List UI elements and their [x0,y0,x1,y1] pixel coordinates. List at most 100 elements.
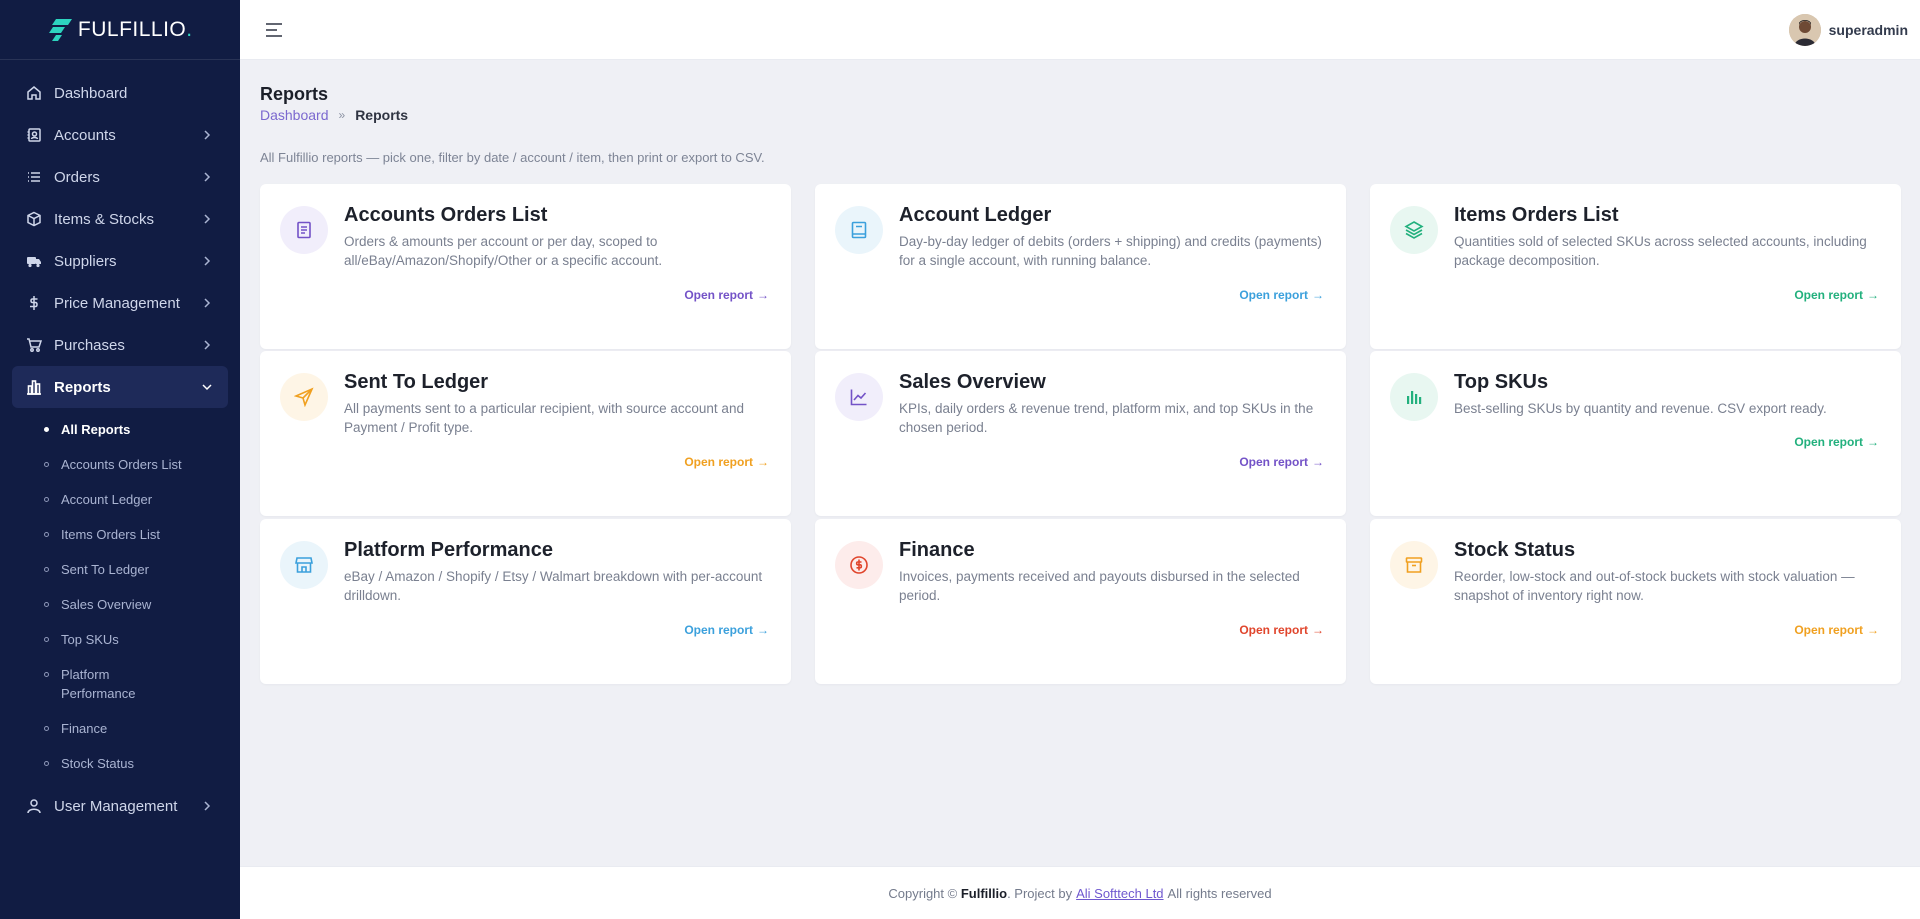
sidebar-item-label: Items & Stocks [54,210,155,228]
open-report-link[interactable]: Open report → [1794,623,1879,637]
store-icon [280,541,328,589]
sidebar-item-orders[interactable]: Orders [12,156,228,198]
sidebar-subitem-sales-overview[interactable]: Sales Overview [0,587,240,622]
open-report-link[interactable]: Open report → [1794,435,1879,449]
sidebar-item-reports[interactable]: Reports [12,366,228,408]
arrow-right-icon: → [1312,455,1324,469]
sidebar-subitem-accounts-orders-list[interactable]: Accounts Orders List [0,447,240,482]
open-report-link[interactable]: Open report → [1239,288,1324,302]
sidebar-item-purchases[interactable]: Purchases [12,324,228,366]
bullet-icon [44,726,49,731]
arrow-right-icon: → [757,288,769,302]
bullet-icon [44,637,49,642]
logo-icon [48,17,74,43]
user-name: superadmin [1828,22,1908,38]
link-label: Open report [684,455,753,469]
sidebar-item-suppliers[interactable]: Suppliers [12,240,228,282]
report-card-stock-status[interactable]: Stock Status Reorder, low-stock and out-… [1370,519,1901,684]
bullet-icon [44,567,49,572]
brand-logo[interactable]: FULFILLIO. [0,0,240,60]
sidebar-item-label: Orders [54,168,100,186]
bullet-icon [44,532,49,537]
report-card-platform-performance[interactable]: Platform Performance eBay / Amazon / Sho… [260,519,791,684]
card-title: Items Orders List [1454,204,1619,226]
open-report-link[interactable]: Open report → [1794,288,1879,302]
chevron-right-icon [204,340,211,350]
brand-name: FULFILLIO [77,17,187,41]
hamburger-menu-icon[interactable] [264,20,284,40]
sidebar-item-label: Reports [54,378,111,396]
report-card-accounts-orders-list[interactable]: Accounts Orders List Orders & amounts pe… [260,184,791,349]
chevron-down-icon [202,384,212,391]
avatar [1788,14,1821,46]
sidebar-item-accounts[interactable]: Accounts [12,114,228,156]
layers-icon [1390,206,1438,254]
sidebar-item-label: Accounts [54,126,116,144]
footer-brand: Fulfillio [960,885,1008,901]
link-label: Open report [684,288,753,302]
card-description: All payments sent to a particular recipi… [344,401,744,435]
sidebar-subitem-items-orders-list[interactable]: Items Orders List [0,517,240,552]
open-report-link[interactable]: Open report → [684,455,769,469]
open-report-link[interactable]: Open report → [684,288,769,302]
line-chart-icon [835,373,883,421]
footer-company-link[interactable]: Ali Softtech Ltd [1076,886,1163,901]
report-card-top-skus[interactable]: Top SKUs Best-selling SKUs by quantity a… [1370,351,1901,516]
link-label: Open report [1794,623,1863,637]
link-label: Open report [1239,455,1308,469]
truck-icon [26,253,42,269]
report-card-sent-to-ledger[interactable]: Sent To Ledger All payments sent to a pa… [260,351,791,516]
double-chevron-right-icon: » [338,108,346,122]
dollar-icon [26,295,42,311]
card-description: KPIs, daily orders & revenue trend, plat… [899,401,1314,435]
open-report-link[interactable]: Open report → [684,623,769,637]
sidebar-item-items-stocks[interactable]: Items & Stocks [12,198,228,240]
reports-submenu: All Reports Accounts Orders List Account… [0,408,240,785]
report-card-finance[interactable]: Finance Invoices, payments received and … [815,519,1346,684]
card-title: Account Ledger [899,204,1052,226]
sidebar-subitem-top-skus[interactable]: Top SKUs [0,622,240,657]
footer-rights: All rights reserved [1167,885,1272,901]
cart-icon [26,337,42,353]
bar-chart-icon [26,379,42,395]
user-menu[interactable]: superadmin [1788,14,1908,46]
subitem-label: Accounts Orders List [61,457,182,472]
subitem-label: Platform Performance [61,667,136,701]
dollar-circle-icon [835,541,883,589]
arrow-right-icon: → [1867,288,1879,302]
open-report-link[interactable]: Open report → [1239,455,1324,469]
report-card-sales-overview[interactable]: Sales Overview KPIs, daily orders & reve… [815,351,1346,516]
arrow-right-icon: → [757,455,769,469]
sidebar-subitem-account-ledger[interactable]: Account Ledger [0,482,240,517]
sidebar-subitem-finance[interactable]: Finance [0,711,240,746]
sidebar-item-price-management[interactable]: Price Management [12,282,228,324]
card-title: Accounts Orders List [344,204,548,226]
sidebar-subitem-all-reports[interactable]: All Reports [0,412,240,447]
sidebar-item-dashboard[interactable]: Dashboard [12,72,228,114]
archive-icon [1390,541,1438,589]
breadcrumb-current: Reports [355,107,409,123]
card-title: Sales Overview [899,371,1046,393]
card-title: Top SKUs [1454,371,1549,393]
sidebar-item-user-management[interactable]: User Management [12,785,228,827]
sidebar-subitem-platform-performance[interactable]: Platform Performance [0,657,200,711]
card-description: Best-selling SKUs by quantity and revenu… [1454,401,1827,416]
sidebar-item-label: Dashboard [54,84,128,102]
sidebar-subitem-stock-status[interactable]: Stock Status [0,746,240,781]
card-title: Finance [899,539,975,561]
sidebar-nav: Dashboard Accounts Orders Items & Stocks [0,60,240,827]
footer: Copyright © Fulfillio. Project by Ali Sof… [240,866,1920,919]
arrow-right-icon: → [1867,623,1879,637]
sidebar-subitem-sent-to-ledger[interactable]: Sent To Ledger [0,552,240,587]
subitem-label: Sent To Ledger [61,562,149,577]
sidebar-item-label: Suppliers [54,252,117,270]
breadcrumb-home-link[interactable]: Dashboard [260,107,329,123]
link-label: Open report [1239,288,1308,302]
bullet-icon [44,462,49,467]
brand-dot: . [186,17,193,41]
report-card-account-ledger[interactable]: Account Ledger Day-by-day ledger of debi… [815,184,1346,349]
open-report-link[interactable]: Open report → [1239,623,1324,637]
subitem-label: Top SKUs [61,632,119,647]
report-card-items-orders-list[interactable]: Items Orders List Quantities sold of sel… [1370,184,1901,349]
card-description: Quantities sold of selected SKUs across … [1454,234,1867,268]
